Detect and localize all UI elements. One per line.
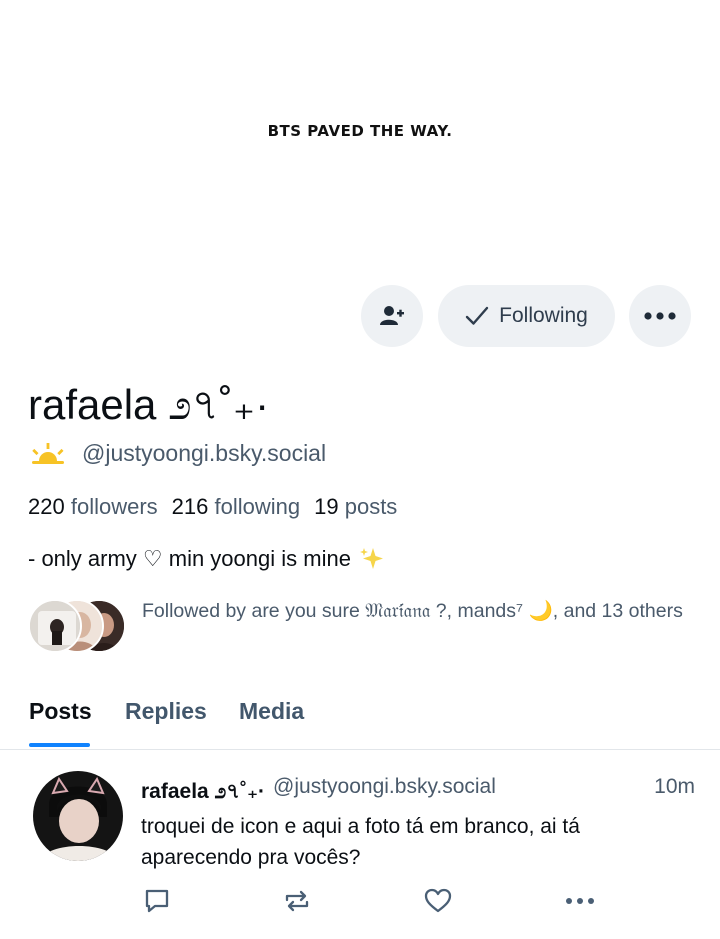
following-label: Following xyxy=(499,304,588,327)
followed-by-text: Followed by are you sure 𝔐𝔞𝔯𝔦́𝔞𝔫𝔞 ?, man… xyxy=(142,600,683,622)
profile-banner: BTS PAVED THE WAY. xyxy=(0,0,720,262)
post-timestamp: 10m xyxy=(654,775,695,798)
profile-actions: Following xyxy=(0,284,720,348)
post-author-name[interactable]: rafaela ೨৭˚₊· xyxy=(141,775,265,810)
active-tab-indicator xyxy=(29,743,90,747)
posts-stat: 19 posts xyxy=(314,494,398,519)
post-author-handle[interactable]: @justyoongi.bsky.social xyxy=(273,775,496,810)
more-icon xyxy=(566,898,594,904)
add-user-button[interactable] xyxy=(361,285,423,347)
post-actions xyxy=(141,885,611,917)
follower-avatars xyxy=(28,598,126,654)
checkmark-icon xyxy=(465,306,489,325)
post-item[interactable]: rafaela ೨৭˚₊· @justyoongi.bsky.social 10… xyxy=(0,751,720,939)
followers-stat[interactable]: 220 followers xyxy=(28,494,158,520)
profile-stats: 220 followers 216 following 19 posts xyxy=(28,494,397,520)
sun-emoji-icon xyxy=(32,442,64,464)
tab-posts[interactable]: Posts xyxy=(29,698,92,725)
following-stat[interactable]: 216 following xyxy=(172,494,300,520)
followed-by-row[interactable]: Followed by are you sure 𝔐𝔞𝔯𝔦́𝔞𝔫𝔞 ?, man… xyxy=(28,598,708,658)
banner-text: BTS PAVED THE WAY. xyxy=(267,122,453,140)
tab-media[interactable]: Media xyxy=(239,698,304,725)
display-name: rafaela ೨৭˚₊· xyxy=(28,381,270,428)
more-icon xyxy=(644,312,676,320)
follower-avatar xyxy=(28,599,82,653)
heart-icon xyxy=(424,888,452,913)
post-header: rafaela ೨৭˚₊· @justyoongi.bsky.social xyxy=(141,775,696,810)
post-author-avatar[interactable] xyxy=(33,771,123,861)
add-user-icon xyxy=(380,306,404,325)
post-more-button[interactable] xyxy=(564,885,596,917)
repost-icon xyxy=(285,890,309,912)
like-button[interactable] xyxy=(422,885,454,917)
following-button[interactable]: Following xyxy=(438,285,615,347)
profile-tabs: Posts Replies Media xyxy=(0,690,720,750)
post-text: troquei de icon e aqui a foto tá em bran… xyxy=(141,815,580,869)
handle-row: @justyoongi.bsky.social xyxy=(30,440,326,467)
more-options-button[interactable] xyxy=(629,285,691,347)
sparkles-icon xyxy=(359,548,383,569)
bio-text: - only army ♡ min yoongi is mine xyxy=(28,546,351,571)
repost-button[interactable] xyxy=(281,885,313,917)
profile-handle[interactable]: @justyoongi.bsky.social xyxy=(82,440,326,467)
reply-icon xyxy=(145,889,169,913)
profile-bio: - only army ♡ min yoongi is mine xyxy=(28,546,385,572)
tab-replies[interactable]: Replies xyxy=(125,698,207,725)
reply-button[interactable] xyxy=(141,885,173,917)
